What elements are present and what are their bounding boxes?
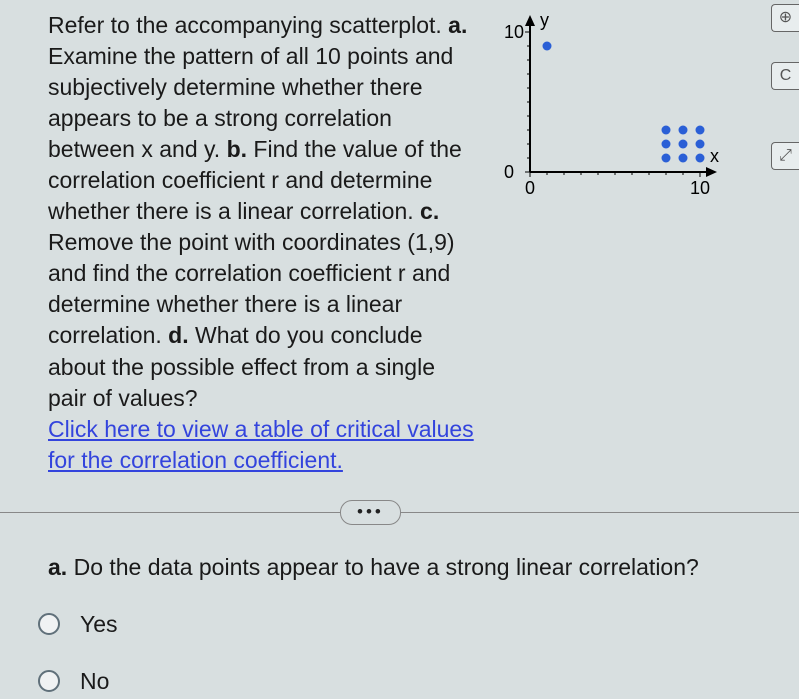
y-tick-10: 10 — [504, 22, 524, 42]
part-b-label: b. — [227, 136, 247, 162]
expand-icon[interactable]: ⤢ — [771, 142, 799, 170]
data-point — [543, 42, 552, 51]
data-point — [696, 126, 705, 135]
radio-icon — [38, 613, 60, 635]
x-tick-10: 10 — [690, 178, 710, 198]
subquestion-label: a. — [48, 554, 67, 580]
data-point — [662, 154, 671, 163]
ellipsis-button[interactable]: ••• — [340, 500, 401, 525]
x-tick-0: 0 — [525, 178, 535, 198]
part-a-label: a. — [448, 12, 467, 38]
data-point — [679, 140, 688, 149]
part-d-label: d. — [168, 322, 188, 348]
question-text: Refer to the accompanying scatterplot. a… — [48, 10, 478, 476]
part-c-label: c. — [420, 198, 439, 224]
data-point — [662, 140, 671, 149]
data-point — [696, 154, 705, 163]
y-tick-0: 0 — [504, 162, 514, 182]
option-no[interactable]: No — [38, 666, 785, 697]
data-point — [696, 140, 705, 149]
radio-icon — [38, 670, 60, 692]
option-no-label: No — [80, 666, 109, 697]
y-axis-label: y — [540, 10, 549, 30]
data-points — [543, 42, 705, 163]
question-block: Refer to the accompanying scatterplot. a… — [0, 0, 799, 476]
subquestion-text: Do the data points appear to have a stro… — [67, 554, 699, 580]
side-toolbar: ⊕ C ⤢ — [769, 0, 799, 260]
option-yes[interactable]: Yes — [38, 609, 785, 640]
scatterplot: y x 10 0 0 10 — [500, 12, 725, 212]
data-point — [679, 154, 688, 163]
critical-values-link[interactable]: Click here to view a table of critical v… — [48, 416, 474, 473]
x-axis-label: x — [710, 146, 719, 166]
intro-text: Refer to the accompanying scatterplot. — [48, 12, 448, 38]
data-point — [662, 126, 671, 135]
answer-options: Yes No — [0, 583, 799, 697]
help-icon[interactable]: C — [771, 62, 799, 90]
divider: ••• — [0, 498, 799, 528]
data-point — [679, 126, 688, 135]
subquestion-a: a. Do the data points appear to have a s… — [0, 528, 799, 583]
option-yes-label: Yes — [80, 609, 118, 640]
plus-icon[interactable]: ⊕ — [771, 4, 799, 32]
